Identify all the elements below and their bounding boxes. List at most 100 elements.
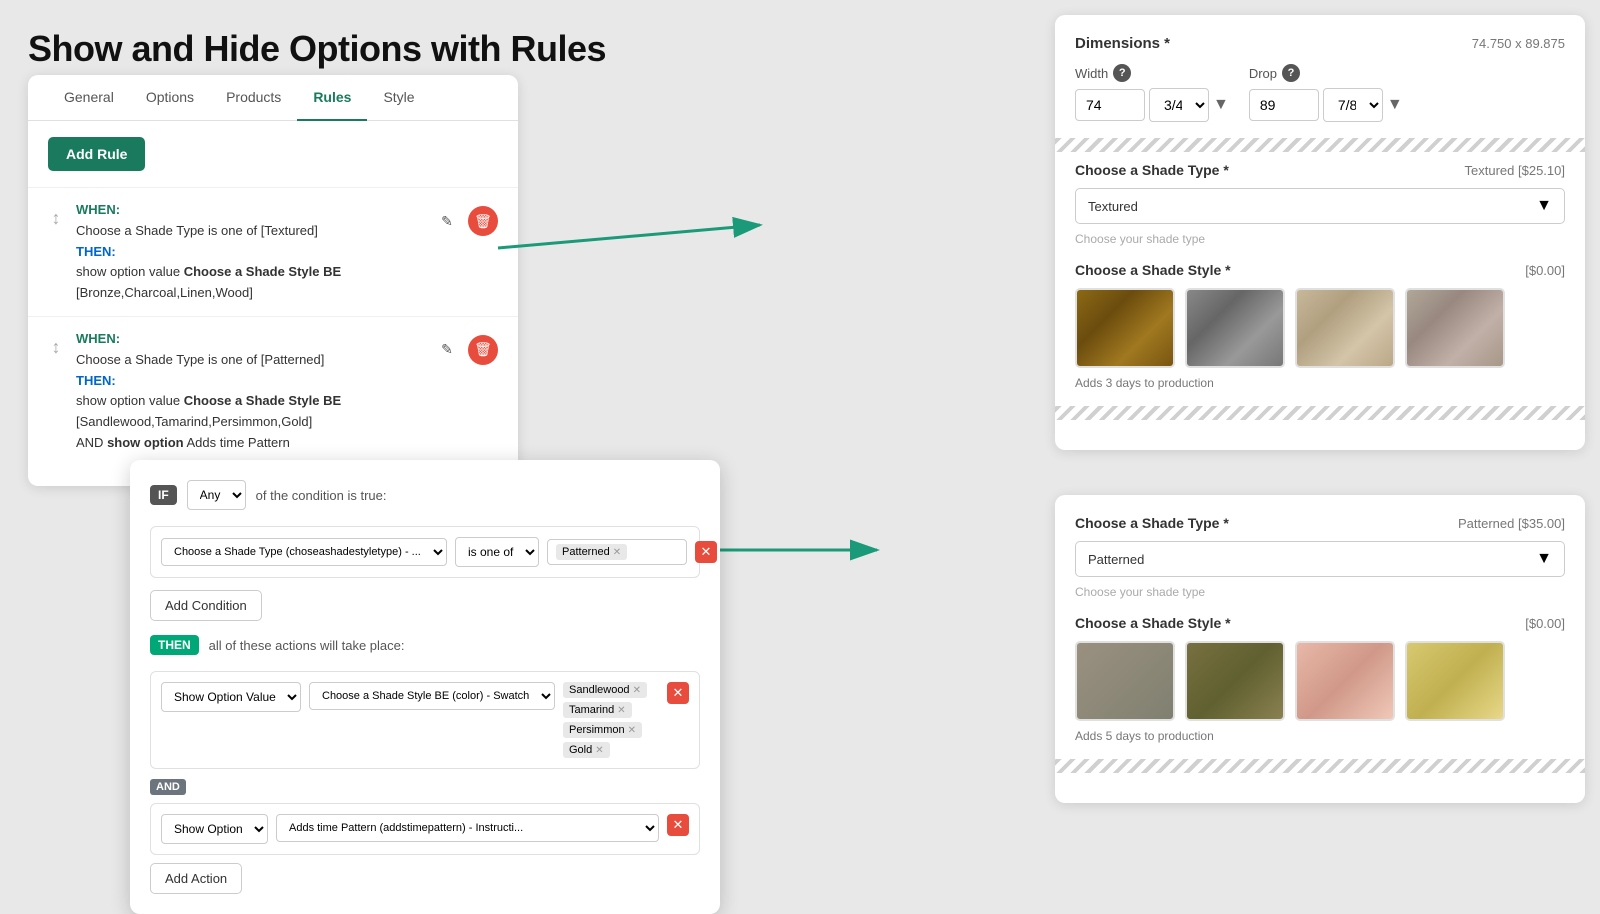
drag-handle-1[interactable]: ↕ bbox=[48, 200, 64, 229]
all-actions-text: all of these actions will take place: bbox=[209, 638, 405, 653]
shade-style-section-textured: Choose a Shade Style * [$0.00] Adds 3 da… bbox=[1075, 262, 1565, 390]
rule-text-1: WHEN: Choose a Shade Type is one of [Tex… bbox=[76, 200, 420, 304]
zigzag-top bbox=[1055, 138, 1585, 152]
dropdown-arrow-icon: ▼ bbox=[1536, 197, 1552, 215]
swatch-tamarind[interactable] bbox=[1185, 641, 1285, 721]
swatch-gold[interactable] bbox=[1405, 641, 1505, 721]
dimension-fields: Width ? 3/4 ▼ Drop ? 7/8 ▼ bbox=[1075, 64, 1565, 122]
drop-input[interactable] bbox=[1249, 89, 1319, 121]
remove-sandlewood-tag[interactable]: ✕ bbox=[633, 685, 641, 696]
shade-type-dropdown-patterned[interactable]: Patterned ▼ bbox=[1075, 541, 1565, 577]
then-label-2: THEN: bbox=[76, 373, 116, 388]
when-text-2: Choose a Shade Type is one of [Patterned… bbox=[76, 350, 420, 371]
and-badge: AND bbox=[150, 779, 186, 795]
rules-panel: General Options Products Rules Style Add… bbox=[28, 75, 518, 486]
product-panel-patterned: Choose a Shade Type * Patterned [$35.00]… bbox=[1055, 495, 1585, 803]
swatch-sandlewood[interactable] bbox=[1075, 641, 1175, 721]
condition-field-select[interactable]: Choose a Shade Type (choseashadestyletyp… bbox=[161, 538, 447, 566]
delete-rule-1-button[interactable]: 🗑 bbox=[468, 206, 498, 236]
zigzag-bottom bbox=[1055, 406, 1585, 420]
shade-style-price-patterned: [$0.00] bbox=[1525, 616, 1565, 631]
rule-actions-1: ✎ 🗑 bbox=[432, 200, 498, 236]
tab-general[interactable]: General bbox=[48, 75, 130, 121]
tab-products[interactable]: Products bbox=[210, 75, 297, 121]
tab-style[interactable]: Style bbox=[367, 75, 430, 121]
then-label-1: THEN: bbox=[76, 244, 116, 259]
action-target-select[interactable]: Choose a Shade Style BE (color) - Swatch bbox=[309, 682, 555, 710]
action-type-select[interactable]: Show Option Value bbox=[161, 682, 301, 712]
add-rule-button[interactable]: Add Rule bbox=[48, 137, 145, 171]
rule-item-2: ↕ WHEN: Choose a Shade Type is one of [P… bbox=[28, 316, 518, 466]
then-row: THEN all of these actions will take plac… bbox=[150, 635, 700, 655]
action-row-1: Show Option Value Choose a Shade Style B… bbox=[150, 671, 700, 769]
shade-type-value: Textured bbox=[1088, 199, 1138, 214]
any-select[interactable]: Any bbox=[187, 480, 246, 510]
shade-type-dropdown[interactable]: Textured ▼ bbox=[1075, 188, 1565, 224]
add-action-button[interactable]: Add Action bbox=[150, 863, 242, 894]
width-inputs: 3/4 ▼ bbox=[1075, 88, 1229, 122]
if-row: IF Any of the condition is true: bbox=[150, 480, 700, 510]
when-text-1: Choose a Shade Type is one of [Textured] bbox=[76, 221, 420, 242]
remove-condition-button[interactable]: ✕ bbox=[695, 541, 717, 563]
shade-style-notice-patterned: Adds 5 days to production bbox=[1075, 729, 1565, 743]
remove-action-2-button[interactable]: ✕ bbox=[667, 814, 689, 836]
tags-area: Sandlewood ✕ Tamarind ✕ Persimmon ✕ Gold… bbox=[563, 682, 659, 758]
shade-type-section-textured: Choose a Shade Type * Textured [$25.10] … bbox=[1075, 162, 1565, 246]
drop-fraction-select[interactable]: 7/8 bbox=[1323, 88, 1383, 122]
when-label-2: WHEN: bbox=[76, 331, 120, 346]
tamarind-tag: Tamarind ✕ bbox=[563, 702, 632, 718]
page-title: Show and Hide Options with Rules bbox=[28, 28, 606, 70]
persimmon-tag: Persimmon ✕ bbox=[563, 722, 642, 738]
shade-type-section-patterned: Choose a Shade Type * Patterned [$35.00]… bbox=[1075, 515, 1565, 599]
swatch-wood[interactable] bbox=[1405, 288, 1505, 368]
rule-item-1: ↕ WHEN: Choose a Shade Type is one of [T… bbox=[28, 187, 518, 316]
shade-type-header: Choose a Shade Type * Textured [$25.10] bbox=[1075, 162, 1565, 178]
dimensions-title: Dimensions * bbox=[1075, 35, 1170, 52]
swatch-charcoal[interactable] bbox=[1185, 288, 1285, 368]
action-row-2: Show Option Adds time Pattern (addstimep… bbox=[150, 803, 700, 855]
swatch-persimmon[interactable] bbox=[1295, 641, 1395, 721]
tab-rules[interactable]: Rules bbox=[297, 75, 367, 121]
delete-rule-2-button[interactable]: 🗑 bbox=[468, 335, 498, 365]
action2-target-select[interactable]: Adds time Pattern (addstimepattern) - In… bbox=[276, 814, 659, 842]
patterned-tag: Patterned ✕ bbox=[556, 544, 627, 560]
remove-tamarind-tag[interactable]: ✕ bbox=[617, 705, 625, 716]
width-label: Width ? bbox=[1075, 64, 1229, 82]
swatch-bronze[interactable] bbox=[1075, 288, 1175, 368]
drop-help-icon[interactable]: ? bbox=[1282, 64, 1300, 82]
swatch-linen[interactable] bbox=[1295, 288, 1395, 368]
then-badge: THEN bbox=[150, 635, 199, 655]
rule-actions-2: ✎ 🗑 bbox=[432, 329, 498, 365]
edit-rule-2-button[interactable]: ✎ bbox=[432, 335, 462, 365]
remove-persimmon-tag[interactable]: ✕ bbox=[628, 725, 636, 736]
edit-rule-1-button[interactable]: ✎ bbox=[432, 206, 462, 236]
operator-select[interactable]: is one of bbox=[455, 537, 539, 567]
shade-style-header: Choose a Shade Style * [$0.00] bbox=[1075, 262, 1565, 278]
shade-style-section-patterned: Choose a Shade Style * [$0.00] Adds 5 da… bbox=[1075, 615, 1565, 743]
remove-patterned-tag[interactable]: ✕ bbox=[613, 547, 621, 558]
then-section: THEN all of these actions will take plac… bbox=[150, 635, 700, 655]
product-panel-textured: Dimensions * 74.750 x 89.875 Width ? 3/4… bbox=[1055, 15, 1585, 450]
dropdown-arrow-patterned-icon: ▼ bbox=[1536, 550, 1552, 568]
shade-style-title: Choose a Shade Style * bbox=[1075, 262, 1231, 278]
drag-handle-2[interactable]: ↕ bbox=[48, 329, 64, 358]
action2-type-select[interactable]: Show Option bbox=[161, 814, 268, 844]
shade-type-placeholder-patterned: Choose your shade type bbox=[1075, 585, 1565, 599]
condition-text: of the condition is true: bbox=[256, 488, 387, 503]
drop-label: Drop ? bbox=[1249, 64, 1403, 82]
remove-gold-tag[interactable]: ✕ bbox=[595, 745, 603, 756]
width-help-icon[interactable]: ? bbox=[1113, 64, 1131, 82]
width-fraction-select[interactable]: 3/4 bbox=[1149, 88, 1209, 122]
tag-input[interactable]: Patterned ✕ bbox=[547, 539, 687, 565]
rule-text-2: WHEN: Choose a Shade Type is one of [Pat… bbox=[76, 329, 420, 454]
drop-group: Drop ? 7/8 ▼ bbox=[1249, 64, 1403, 122]
shade-type-price-patterned: Patterned [$35.00] bbox=[1458, 516, 1565, 531]
tab-options[interactable]: Options bbox=[130, 75, 210, 121]
width-input[interactable] bbox=[1075, 89, 1145, 121]
remove-action-1-button[interactable]: ✕ bbox=[667, 682, 689, 704]
tabs: General Options Products Rules Style bbox=[28, 75, 518, 121]
shade-style-title-patterned: Choose a Shade Style * bbox=[1075, 615, 1231, 631]
dimensions-header: Dimensions * 74.750 x 89.875 bbox=[1075, 35, 1565, 52]
add-condition-button[interactable]: Add Condition bbox=[150, 590, 262, 621]
gold-tag: Gold ✕ bbox=[563, 742, 610, 758]
